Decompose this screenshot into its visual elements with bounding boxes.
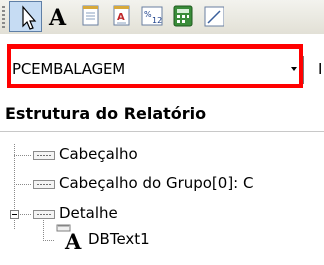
memo-button[interactable] bbox=[78, 3, 104, 29]
tree-node-label: Detalhe bbox=[59, 204, 118, 222]
tree-node-label: Cabeçalho bbox=[59, 145, 138, 163]
toolbar-separator bbox=[303, 56, 304, 84]
band-icon bbox=[33, 210, 55, 219]
data-field-value: I bbox=[318, 60, 323, 78]
calc-button[interactable]: % 12 bbox=[139, 3, 165, 29]
tree-node-label: DBText1 bbox=[88, 230, 150, 248]
report-tree: Cabeçalho Cabeçalho do Grupo[0]: C Detal… bbox=[0, 132, 324, 265]
line-button[interactable] bbox=[200, 3, 224, 29]
collapse-icon[interactable] bbox=[10, 210, 19, 219]
tree-connector bbox=[43, 220, 44, 240]
select-pointer-button[interactable] bbox=[9, 1, 42, 32]
svg-text:A: A bbox=[64, 229, 82, 251]
svg-text:A: A bbox=[117, 12, 125, 23]
svg-text:A: A bbox=[48, 5, 67, 29]
rich-text-icon: A bbox=[113, 5, 130, 26]
band-icon bbox=[33, 151, 55, 160]
band-icon bbox=[33, 180, 55, 189]
tree-connector bbox=[20, 214, 32, 215]
dbtext-icon: A bbox=[56, 224, 82, 251]
toolbar-grip[interactable] bbox=[2, 6, 5, 30]
component-toolbar: A A % 12 bbox=[0, 0, 324, 34]
highlight-frame bbox=[7, 44, 303, 88]
text-label-icon: A bbox=[48, 5, 67, 29]
rich-text-button[interactable]: A bbox=[109, 3, 135, 29]
tree-connector bbox=[14, 155, 32, 156]
tree-node-label: Cabeçalho do Grupo[0]: C bbox=[59, 174, 254, 192]
select-pointer-icon bbox=[22, 5, 37, 30]
calc-icon: % 12 bbox=[141, 6, 163, 26]
line-icon bbox=[204, 6, 224, 27]
memo-icon bbox=[82, 5, 99, 26]
report-tree-title: Estrutura do Relatório bbox=[5, 104, 207, 123]
calculator-button[interactable] bbox=[170, 3, 196, 29]
svg-text:%: % bbox=[144, 10, 152, 19]
calculator-icon bbox=[173, 5, 193, 27]
svg-text:12: 12 bbox=[152, 16, 162, 25]
label-button[interactable]: A bbox=[46, 3, 72, 29]
tree-connector bbox=[14, 184, 32, 185]
